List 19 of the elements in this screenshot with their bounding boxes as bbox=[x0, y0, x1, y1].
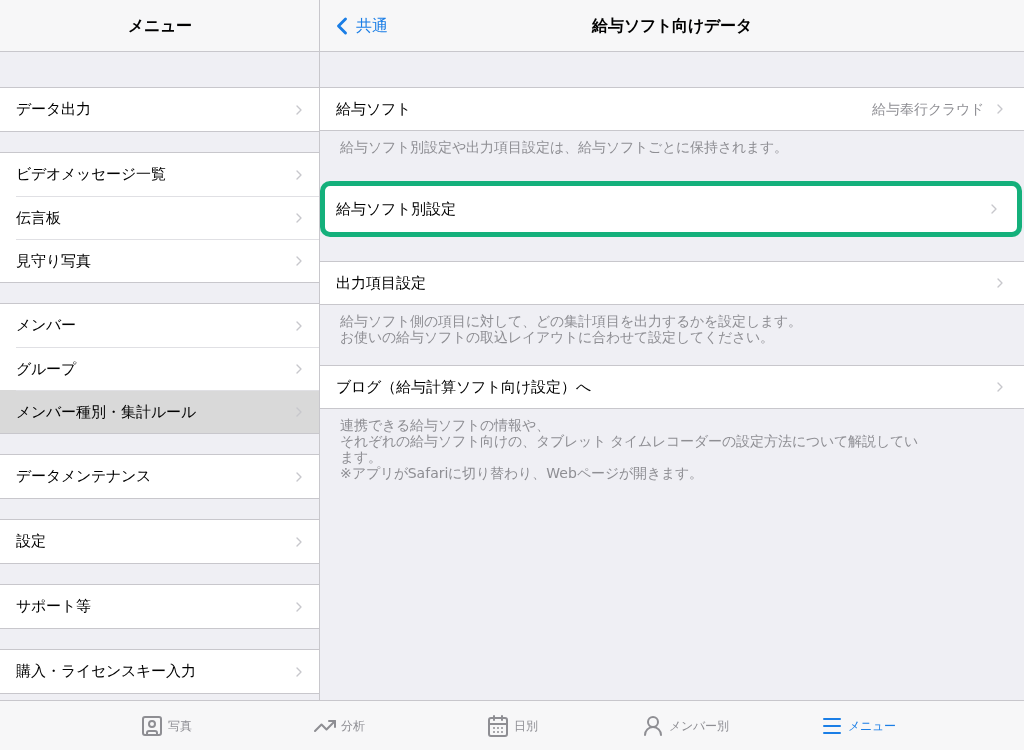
footer-text: ます。 bbox=[340, 449, 383, 465]
row-value: 給与奉行クラウド bbox=[872, 99, 984, 119]
settings-row[interactable]: 給与ソフト 給与奉行クラウド bbox=[320, 87, 1024, 131]
sidebar-title: メニュー bbox=[127, 14, 192, 37]
footer-text: それぞれの給与ソフト向けの、タブレット タイムレコーダーの設定方法について解説してい bbox=[340, 433, 920, 449]
footer-text: 連携できる給与ソフトの情報や、 bbox=[340, 417, 551, 433]
sidebar-item[interactable]: メンバー種別・集計ルール bbox=[0, 390, 319, 433]
footer-text: 給与ソフト別設定や出力項目設定は、給与ソフトごとに保持されます。 bbox=[340, 139, 789, 155]
settings-row[interactable]: 出力項目設定 bbox=[320, 261, 1024, 305]
tab-button[interactable]: メニュー bbox=[771, 713, 944, 738]
page-title: 給与ソフト向けデータ bbox=[592, 14, 752, 37]
settings-row[interactable]: ブログ（給与計算ソフト向け設定）へ bbox=[320, 365, 1024, 409]
calendar-icon bbox=[486, 713, 510, 738]
photo-icon bbox=[140, 713, 165, 738]
footer-text: ※アプリがSafariに切り替わり、Webページが開きます。 bbox=[340, 465, 704, 481]
footer-text: お使いの給与ソフトの取込レイアウトに合わせて設定してください。 bbox=[340, 329, 775, 345]
settings-row[interactable]: 給与ソフト別設定 bbox=[320, 181, 1022, 237]
footer-text: 給与ソフト側の項目に対して、どの集計項目を出力するかを設定します。 bbox=[340, 313, 803, 329]
back-button[interactable]: 共通 bbox=[320, 11, 388, 40]
